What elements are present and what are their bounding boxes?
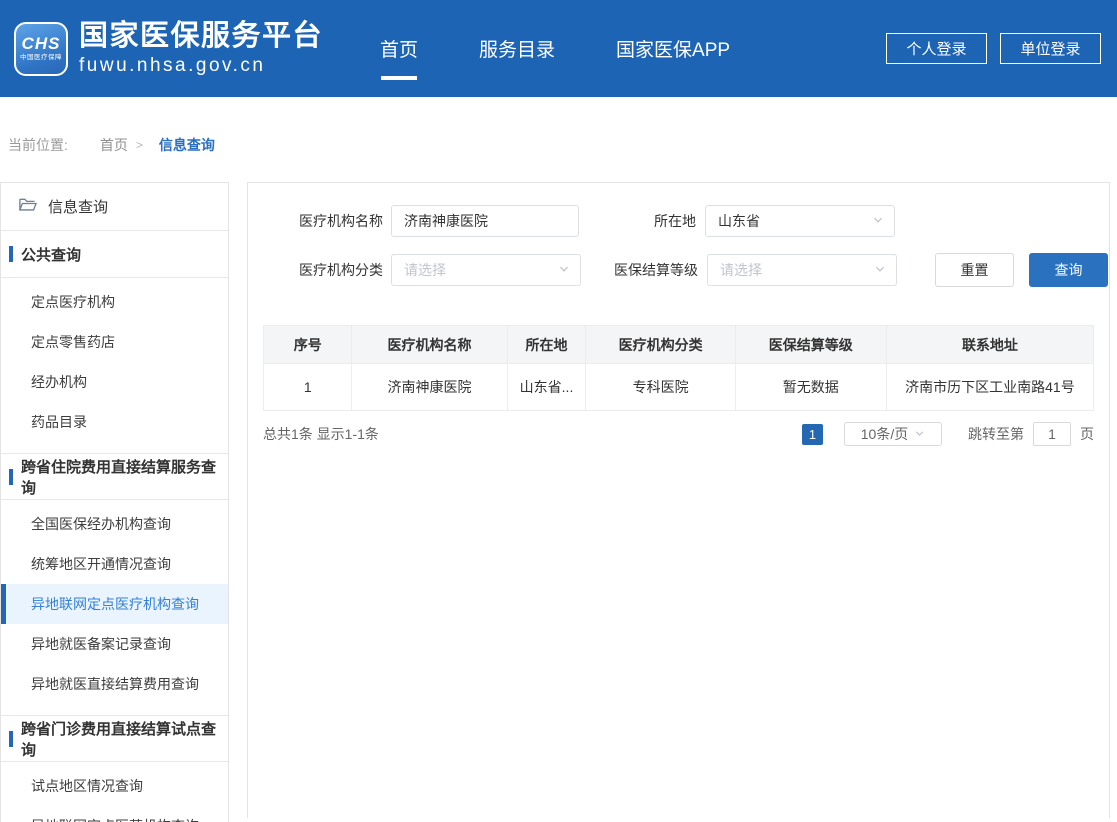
- logo-icon-text: CHS: [22, 35, 61, 53]
- page-size-select[interactable]: 10条/页: [844, 422, 942, 446]
- nav-item-home[interactable]: 首页: [378, 31, 420, 66]
- sidebar-item-region-open-status-query[interactable]: 统筹地区开通情况查询: [1, 544, 228, 584]
- personal-login-button[interactable]: 个人登录: [886, 33, 987, 64]
- main-nav: 首页 服务目录 国家医保APP: [378, 31, 732, 66]
- column-header-org-name: 医疗机构名称: [352, 326, 507, 364]
- sidebar-item-pilot-region-query[interactable]: 试点地区情况查询: [1, 766, 228, 806]
- sidebar-section-public: 公共查询 定点医疗机构 定点零售药店 经办机构 药品目录: [1, 231, 228, 446]
- chevron-down-icon: [558, 262, 570, 278]
- org-type-select-placeholder: 请选择: [404, 260, 558, 280]
- site-title: 国家医保服务平台: [79, 20, 323, 53]
- jump-page-input[interactable]: [1033, 422, 1071, 446]
- settle-level-label: 医保结算等级: [581, 260, 698, 280]
- cell-location: 山东省...: [507, 364, 586, 411]
- pagination: 总共1条 显示1-1条 1 10条/页 跳转至第 页: [263, 422, 1094, 446]
- nav-item-service-catalog[interactable]: 服务目录: [477, 31, 557, 66]
- cell-settle-level: 暂无数据: [735, 364, 886, 411]
- cell-index: 1: [264, 364, 352, 411]
- sidebar-item-remote-record-query[interactable]: 异地就医备案记录查询: [1, 624, 228, 664]
- chs-logo-icon: CHS 中国医疗保障: [14, 22, 68, 76]
- page-size-value: 10条/页: [861, 424, 908, 444]
- org-type-select[interactable]: 请选择: [391, 254, 581, 286]
- breadcrumb-separator: >: [136, 138, 143, 152]
- page-number-button[interactable]: 1: [802, 424, 823, 445]
- org-type-label: 医疗机构分类: [291, 260, 383, 280]
- sidebar-item-remote-networked-pharmacy-query[interactable]: 异地联网定点医药机构查询: [1, 806, 228, 822]
- section-header-public-query: 公共查询: [1, 231, 228, 278]
- site-url: fuwu.nhsa.gov.cn: [79, 53, 323, 78]
- sidebar-section-cross-province-inpatient: 跨省住院费用直接结算服务查询 全国医保经办机构查询 统筹地区开通情况查询 异地联…: [1, 453, 228, 708]
- cell-org-name: 济南神康医院: [352, 364, 507, 411]
- cell-org-type: 专科医院: [586, 364, 735, 411]
- sidebar-item-national-agency-query[interactable]: 全国医保经办机构查询: [1, 504, 228, 544]
- table-header-row: 序号 医疗机构名称 所在地 医疗机构分类 医保结算等级 联系地址: [264, 326, 1094, 364]
- org-name-input[interactable]: [391, 205, 579, 237]
- logo-icon-subtext: 中国医疗保障: [20, 53, 62, 62]
- sidebar-item-remote-networked-medical-query[interactable]: 异地联网定点医疗机构查询: [1, 584, 228, 624]
- org-name-label: 医疗机构名称: [291, 211, 383, 231]
- table-row: 1 济南神康医院 山东省... 专科医院 暂无数据 济南市历下区工业南路41号: [264, 364, 1094, 411]
- location-select[interactable]: 山东省: [705, 205, 895, 237]
- reset-button[interactable]: 重置: [935, 253, 1014, 287]
- app-logo[interactable]: CHS 中国医疗保障 国家医保服务平台 fuwu.nhsa.gov.cn: [14, 20, 323, 78]
- results-table: 序号 医疗机构名称 所在地 医疗机构分类 医保结算等级 联系地址 1 济南神康医…: [263, 325, 1094, 411]
- cell-address: 济南市历下区工业南路41号: [886, 364, 1093, 411]
- sidebar-item-designated-pharmacy[interactable]: 定点零售药店: [1, 322, 228, 362]
- auth-buttons: 个人登录 单位登录: [886, 33, 1101, 64]
- main-content: 医疗机构名称 所在地 山东省 医疗机构分类 请选择 医保结算等级 请选择: [247, 182, 1110, 818]
- jump-prefix-label: 跳转至第: [968, 424, 1024, 444]
- nav-item-app[interactable]: 国家医保APP: [614, 31, 732, 66]
- column-header-org-type: 医疗机构分类: [586, 326, 735, 364]
- sidebar-item-remote-settlement-fee-query[interactable]: 异地就医直接结算费用查询: [1, 664, 228, 704]
- breadcrumb-current-link[interactable]: 信息查询: [159, 135, 215, 155]
- search-button[interactable]: 查询: [1029, 253, 1108, 287]
- column-header-location: 所在地: [507, 326, 586, 364]
- sidebar-section-cross-province-outpatient: 跨省门诊费用直接结算试点查询 试点地区情况查询 异地联网定点医药机构查询: [1, 715, 228, 822]
- org-login-button[interactable]: 单位登录: [1000, 33, 1101, 64]
- section-header-inpatient-settlement: 跨省住院费用直接结算服务查询: [1, 453, 228, 500]
- column-header-index: 序号: [264, 326, 352, 364]
- settle-level-select-placeholder: 请选择: [720, 260, 874, 280]
- breadcrumb: 当前位置: 首页 > 信息查询: [0, 135, 1117, 155]
- column-header-address: 联系地址: [886, 326, 1093, 364]
- sidebar-title[interactable]: 信息查询: [1, 183, 228, 231]
- top-header: CHS 中国医疗保障 国家医保服务平台 fuwu.nhsa.gov.cn 首页 …: [0, 0, 1117, 97]
- location-label: 所在地: [579, 211, 696, 231]
- column-header-settle-level: 医保结算等级: [735, 326, 886, 364]
- breadcrumb-home-link[interactable]: 首页: [100, 135, 128, 155]
- sidebar-item-drug-catalog[interactable]: 药品目录: [1, 402, 228, 442]
- filter-row-2: 医疗机构分类 请选择 医保结算等级 请选择 重置 查询: [248, 253, 1109, 287]
- folder-icon: [18, 197, 37, 217]
- sidebar-item-designated-medical[interactable]: 定点医疗机构: [1, 282, 228, 322]
- location-select-value: 山东省: [718, 211, 872, 231]
- sidebar: 信息查询 公共查询 定点医疗机构 定点零售药店 经办机构 药品目录 跨省住院费用…: [0, 182, 229, 822]
- chevron-down-icon: [874, 262, 886, 278]
- sidebar-item-handling-agency[interactable]: 经办机构: [1, 362, 228, 402]
- breadcrumb-prefix: 当前位置:: [8, 135, 68, 155]
- sidebar-title-label: 信息查询: [48, 196, 108, 217]
- jump-suffix-label: 页: [1080, 424, 1094, 444]
- page-layout: 信息查询 公共查询 定点医疗机构 定点零售药店 经办机构 药品目录 跨省住院费用…: [0, 182, 1117, 822]
- chevron-down-icon: [872, 213, 884, 229]
- pagination-summary: 总共1条 显示1-1条: [263, 424, 379, 444]
- settle-level-select[interactable]: 请选择: [707, 254, 897, 286]
- chevron-down-icon: [914, 426, 925, 442]
- section-header-outpatient-pilot: 跨省门诊费用直接结算试点查询: [1, 715, 228, 762]
- filter-row-1: 医疗机构名称 所在地 山东省: [248, 205, 1109, 237]
- brand-block: 国家医保服务平台 fuwu.nhsa.gov.cn: [79, 20, 323, 78]
